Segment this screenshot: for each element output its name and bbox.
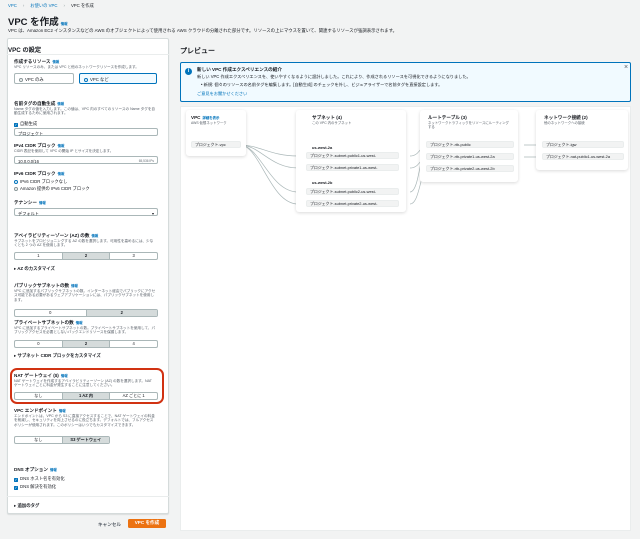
public-option-0[interactable]: 0: [15, 310, 86, 316]
endpoint-option-none[interactable]: なし: [15, 437, 62, 443]
nat-option-per-az[interactable]: AZ ごとに 1: [109, 393, 157, 399]
connection-node[interactable]: プロジェクト-nat-public1-us-west-2a: [542, 153, 624, 160]
dns-hostnames-checkbox[interactable]: ✓ DNS ホスト名を有効化: [14, 476, 65, 482]
endpoint-desc: エンドポイントは、VPC から S3 に直接アクセスすることで、NAT ゲートウ…: [14, 414, 155, 427]
caret-down-icon: ▾: [151, 210, 154, 216]
dns-resolution-checkbox[interactable]: ✓ DNS 解決を有効化: [14, 484, 56, 490]
az-group-label: us-west-2a: [312, 145, 333, 150]
create-vpc-button[interactable]: VPC を作成: [128, 519, 166, 528]
vpc-column-title: VPC 詳細を表示: [191, 115, 220, 120]
divider: [7, 496, 169, 497]
private-option-2[interactable]: 2: [61, 341, 110, 347]
az-option-1[interactable]: 1: [15, 253, 62, 259]
private-subnets-desc: VPC に追加するプライベートサブネットの数。プライベートサブネットを使用して、…: [14, 326, 156, 335]
subnets-column: [296, 110, 406, 212]
additional-tags-expander[interactable]: ▸ 追加のタグ: [14, 503, 39, 509]
public-subnets-desc: VPC に追加するパブリックサブネットの数。インターネット経由でパブリックにアク…: [14, 289, 156, 302]
az-option-2[interactable]: 2: [61, 253, 110, 259]
vpc-column-subtitle: AWS 仮想ネットワーク: [191, 121, 227, 125]
nat-option-one-az[interactable]: 1 AZ 内: [61, 393, 110, 399]
resources-desc: VPC リソースのみ、または VPC と他のネットワークリソースを作成します。: [14, 65, 139, 69]
nat-toggle: なし 1 AZ 内 AZ ごとに 1: [14, 392, 158, 400]
tenancy-select[interactable]: デフォルト ▾: [14, 208, 158, 216]
network-connections-column-subtitle: 他のネットワークへの接続: [544, 121, 585, 125]
check-icon: ✓: [14, 485, 18, 490]
public-option-2[interactable]: 2: [85, 310, 157, 316]
az-desc: サブネットをプロビジョニングする AZ の数を選択します。可用性を高めるには、少…: [14, 239, 154, 248]
nametag-desc: Name タグの値を入力します。この値は、VPC 内のすべてのリソースの Nam…: [14, 107, 156, 116]
endpoint-toggle: なし S3 ゲートウェイ: [14, 436, 110, 444]
info-link[interactable]: 情報: [61, 22, 68, 26]
radio-ipv6-amazon[interactable]: Amazon 提供の IPv6 CIDR ブロック: [14, 186, 90, 192]
az-group-label: us-west-2b: [312, 180, 333, 185]
page-title: VPC を作成 情報: [8, 17, 68, 28]
radio-ipv6-none[interactable]: IPv6 CIDR ブロックなし: [14, 179, 67, 185]
radio-icon: [14, 186, 18, 191]
autogen-checkbox[interactable]: ✓ 自動生成: [14, 121, 37, 127]
chevron-right-icon: ›: [22, 3, 25, 8]
vpc-node[interactable]: プロジェクト-vpc: [191, 141, 241, 148]
ipv4-input[interactable]: 10.0.0.0/16 65,536 IPs: [14, 156, 158, 164]
breadcrumb-vpc[interactable]: VPC: [8, 3, 17, 8]
check-icon: ✓: [14, 477, 18, 482]
radio-vpc-more[interactable]: VPC など: [79, 73, 157, 84]
public-subnets-toggle: 0 2: [14, 309, 158, 317]
chevron-right-icon: ›: [63, 3, 65, 8]
nat-desc: NAT ゲートウェイを作成するアベイラビリティーゾーン (AZ) の数を選択しま…: [14, 379, 152, 388]
subnet-node[interactable]: プロジェクト-subnet-public2-us-west-: [306, 188, 399, 195]
endpoint-option-s3[interactable]: S3 ゲートウェイ: [61, 437, 109, 443]
alert-body: 新しい VPC 作成エクスペリエンスを、使いやすくなるように設計しました。これに…: [197, 74, 471, 79]
private-subnets-toggle: 0 2 4: [14, 340, 158, 348]
subnet-node[interactable]: プロジェクト-subnet-public1-us-west-: [306, 152, 399, 159]
feedback-link[interactable]: ご意見をお聞かせください: [197, 91, 247, 97]
radio-vpc-only[interactable]: VPC のみ: [14, 73, 74, 84]
az-count-toggle: 1 2 3: [14, 252, 158, 260]
radio-icon: [19, 77, 23, 82]
subnets-column-subtitle: この VPC 内のサブネット: [312, 121, 352, 125]
ipv6-label: IPv6 CIDR ブロック 情報: [14, 171, 65, 176]
cancel-button[interactable]: キャンセル: [98, 522, 121, 528]
dns-label: DNS オプション 情報: [14, 467, 57, 472]
breadcrumb-your-vpcs[interactable]: お使いの VPC: [30, 3, 57, 8]
route-table-node[interactable]: プロジェクト-rtb-private1-us-west-2a: [426, 153, 514, 160]
page-description: VPC は、Amazon EC2 インスタンスなどの AWS のオブジェクトによ…: [8, 28, 397, 33]
alert-title: 新しい VPC 作成エクスペリエンスの紹介: [197, 67, 282, 72]
check-icon: ✓: [14, 122, 18, 127]
route-table-node[interactable]: プロジェクト-rtb-private2-us-west-2b: [426, 165, 514, 172]
ipv4-desc: CIDR 表記を使用して VPC の開始 IP とサイズを決定します。: [14, 149, 114, 153]
route-table-node[interactable]: プロジェクト-rtb-public: [426, 141, 514, 148]
nametag-input[interactable]: プロジェクト: [14, 128, 158, 136]
az-option-3[interactable]: 3: [109, 253, 157, 259]
close-icon[interactable]: ×: [624, 64, 628, 71]
preview-heading: プレビュー: [180, 48, 215, 55]
route-tables-column-subtitle: ネットワークトラフィックをリソースにルーティングする: [428, 121, 509, 129]
connection-node[interactable]: プロジェクト-igw: [542, 141, 624, 148]
subnet-node[interactable]: プロジェクト-subnet-private2-us-west-: [306, 200, 399, 207]
breadcrumb-current: VPC を作成: [70, 3, 94, 8]
subnet-cidr-customize-expander[interactable]: ▸ サブネット CIDR ブロックをカスタマイズ: [14, 353, 101, 359]
tenancy-label: テナンシー 情報: [14, 200, 46, 205]
subnet-node[interactable]: プロジェクト-subnet-private1-us-west-: [306, 164, 399, 171]
private-option-4[interactable]: 4: [109, 341, 157, 347]
breadcrumb: VPC › お使いの VPC › VPC を作成: [8, 3, 94, 9]
radio-selected-icon: [14, 179, 18, 184]
az-customize-expander[interactable]: ▸ AZ のカスタマイズ: [14, 266, 55, 272]
alert-bullet: • 新規: 個々のリソースの名前タグを編集します。[自動生成] のチェックを外し…: [201, 82, 443, 87]
info-icon: i: [185, 68, 192, 75]
radio-selected-icon: [84, 77, 88, 82]
settings-heading: VPC の設定: [8, 47, 42, 54]
divider: [7, 54, 169, 55]
nat-option-none[interactable]: なし: [15, 393, 62, 399]
private-option-0[interactable]: 0: [15, 341, 62, 347]
